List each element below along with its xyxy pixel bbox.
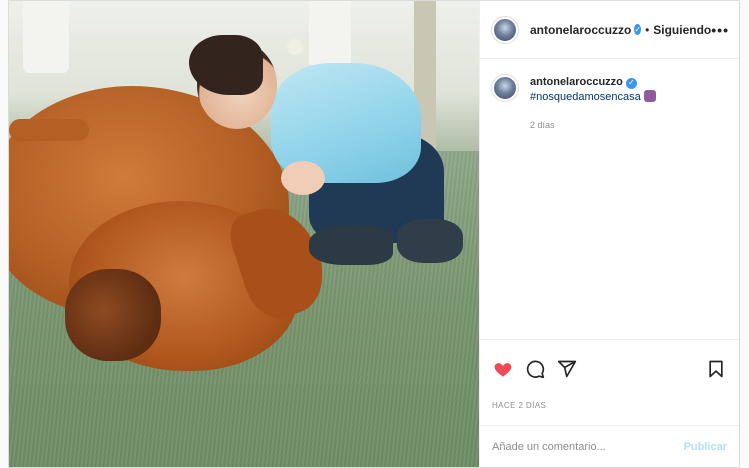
verified-badge-icon: ✓: [625, 77, 637, 89]
like-button[interactable]: [492, 358, 514, 380]
furniture-leg: [23, 1, 69, 73]
caption: antonelaroccuzzo ✓ #nosquedamosencasa 2 d…: [480, 59, 739, 339]
dog-paw: [9, 119, 89, 141]
caption-avatar[interactable]: [492, 75, 518, 101]
child-shoe: [397, 219, 463, 263]
following-button[interactable]: Siguiendo: [653, 23, 711, 37]
comment-button[interactable]: [524, 358, 546, 380]
furniture-leg: [309, 1, 351, 65]
child-hand: [281, 161, 325, 195]
dot-separator: •: [645, 22, 650, 37]
heart-icon: [494, 362, 512, 376]
house-emoji-icon: [643, 90, 656, 102]
comment-bar: Publicar: [480, 425, 739, 467]
avatar[interactable]: [492, 16, 518, 43]
child-shoe: [309, 225, 393, 265]
share-button[interactable]: [556, 358, 578, 380]
post-header: antonelaroccuzzo ✓ • Siguiendo •••: [480, 1, 739, 59]
save-button[interactable]: [705, 358, 727, 380]
hashtag-link[interactable]: #nosquedamosencasa: [530, 91, 641, 103]
caption-body: antonelaroccuzzo ✓ #nosquedamosencasa 2 d…: [530, 75, 656, 133]
post-photo[interactable]: [9, 1, 479, 467]
verified-badge-icon: ✓: [634, 24, 642, 35]
comment-input[interactable]: [492, 440, 676, 453]
caption-time: 2 días: [530, 120, 555, 130]
share-icon: [557, 360, 577, 377]
posted-time: HACE 2 DÍAS: [492, 401, 547, 410]
instagram-post: antonelaroccuzzo ✓ • Siguiendo ••• anton…: [8, 0, 740, 468]
publish-button[interactable]: Publicar: [684, 441, 727, 453]
comment-icon: [526, 360, 545, 378]
caption-username[interactable]: antonelaroccuzzo: [530, 76, 623, 88]
bookmark-icon: [709, 360, 723, 377]
ball: [287, 39, 303, 55]
action-bar: [480, 339, 739, 397]
header-username[interactable]: antonelaroccuzzo: [530, 23, 631, 37]
dog-snout: [65, 269, 161, 361]
post-side-panel: antonelaroccuzzo ✓ • Siguiendo ••• anton…: [479, 1, 739, 467]
ellipsis-icon[interactable]: •••: [711, 22, 729, 38]
